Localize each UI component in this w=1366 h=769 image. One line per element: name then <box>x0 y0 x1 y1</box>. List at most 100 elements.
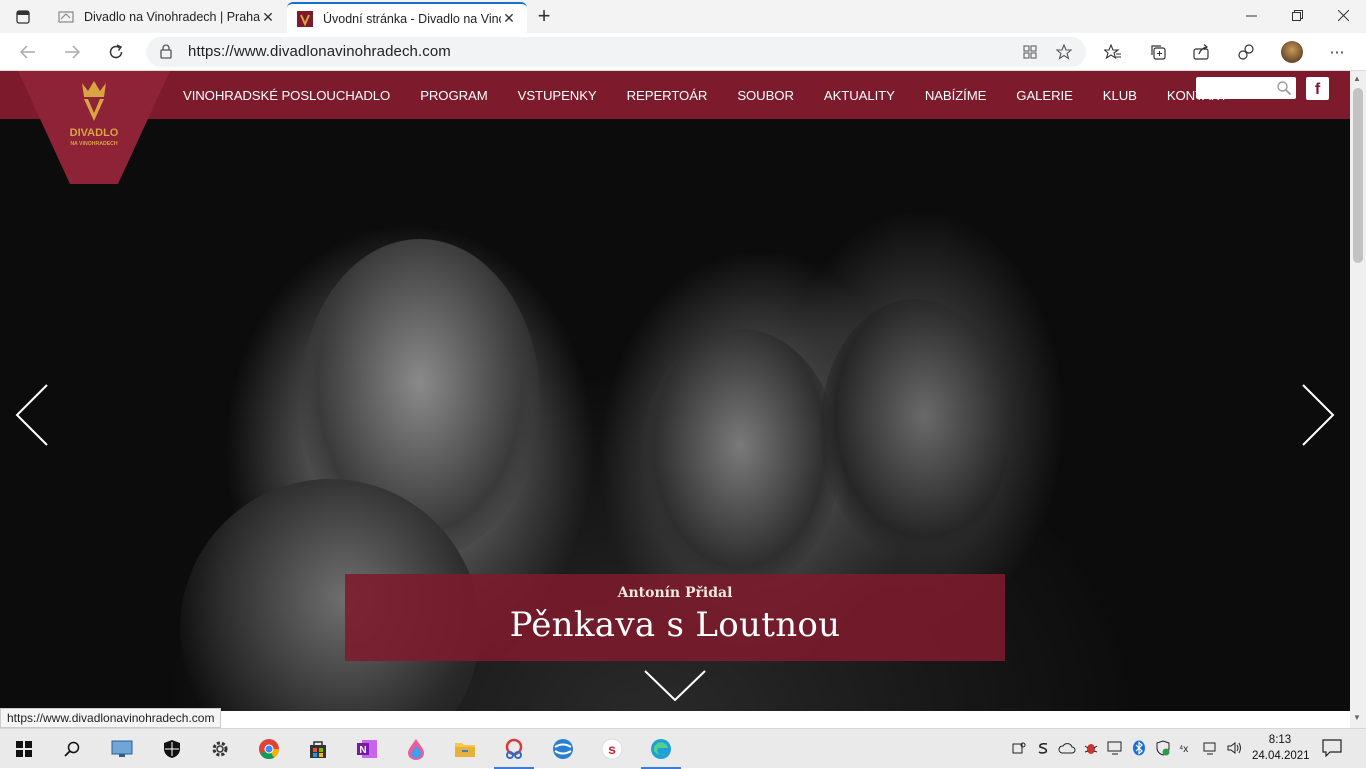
file-explorer-app[interactable] <box>441 729 489 769</box>
start-button[interactable] <box>0 729 48 769</box>
tab-close-icon[interactable]: ✕ <box>260 9 276 26</box>
folder-icon <box>455 743 475 757</box>
bluetooth-icon[interactable] <box>1130 739 1148 757</box>
page-favicon-icon <box>58 11 74 23</box>
settings-app[interactable] <box>196 729 244 769</box>
actress-face-center <box>640 329 840 589</box>
onedrive-cloud-icon[interactable] <box>1058 739 1076 757</box>
search-icon[interactable] <box>1276 80 1292 96</box>
s-app[interactable]: s <box>588 729 636 769</box>
red-s-icon: s <box>601 738 623 760</box>
onenote-icon: N <box>357 740 377 758</box>
gear-icon <box>212 741 228 757</box>
collections-icon[interactable] <box>1145 40 1171 64</box>
scroll-down-icon[interactable]: ▼ <box>1353 713 1361 722</box>
onenote-app[interactable]: N <box>343 729 391 769</box>
minimize-icon <box>1245 15 1257 16</box>
store-app[interactable] <box>294 729 342 769</box>
security-app[interactable] <box>148 729 196 769</box>
logo-text-line1: DIVADLO <box>70 127 119 139</box>
bug-tray-icon[interactable] <box>1082 739 1100 757</box>
site-navigation: DIVADLO NA VINOHRADECH VINOHRADSKÉ POSLO… <box>0 71 1350 184</box>
svg-text:s: s <box>608 741 616 757</box>
snip-app[interactable] <box>490 729 538 769</box>
tab-actions-icon <box>16 10 30 24</box>
volume-icon[interactable] <box>1226 739 1244 757</box>
menu-item-klub[interactable]: KLUB <box>1103 88 1137 103</box>
tab-divadlo-praha[interactable]: Divadlo na Vinohradech | Praha- ✕ <box>48 2 286 32</box>
scrollbar-thumb[interactable] <box>1353 88 1363 263</box>
favorites-icon[interactable] <box>1100 40 1126 64</box>
app-available-icon[interactable] <box>1020 43 1040 61</box>
share-icon[interactable] <box>1189 40 1215 64</box>
windows-taskbar: N s ⁴x 8:13 24.04.2021 <box>0 728 1366 769</box>
lock-icon <box>160 44 172 59</box>
menu-item-repertoar[interactable]: REPERTOÁR <box>627 88 708 103</box>
network-icon[interactable] <box>1202 739 1220 757</box>
display-tray-icon[interactable] <box>1106 739 1124 757</box>
back-button[interactable] <box>14 39 42 65</box>
divadlo-favicon-icon <box>297 10 313 27</box>
menu-item-aktuality[interactable]: AKTUALITY <box>824 88 895 103</box>
slide-author: Antonín Přidal <box>617 585 733 601</box>
profile-avatar[interactable] <box>1281 41 1303 63</box>
page-scrollbar[interactable]: ▲ ▼ <box>1350 71 1366 728</box>
restore-button[interactable] <box>1274 0 1320 30</box>
monitor-app-icon <box>111 740 133 757</box>
input-method-icon[interactable]: ⁴x <box>1178 739 1196 757</box>
store-bag-icon <box>310 741 326 758</box>
slide-title: Pěnkava s Loutnou <box>509 605 841 645</box>
menu-item-poslouchadlo[interactable]: VINOHRADSKÉ POSLOUCHADLO <box>183 88 390 103</box>
notification-center-icon[interactable] <box>1322 739 1342 757</box>
slide-caption[interactable]: Antonín Přidal Pěnkava s Loutnou <box>345 574 1005 661</box>
search-icon <box>64 741 80 757</box>
paint-drop-icon <box>408 739 424 760</box>
chrome-app[interactable] <box>245 729 293 769</box>
scroll-up-icon[interactable]: ▲ <box>1353 74 1361 83</box>
task-view-app[interactable] <box>98 729 146 769</box>
tab-uvodni-stranka[interactable]: Úvodní stránka - Divadlo na Vinc ✕ <box>287 2 527 33</box>
menu-item-galerie[interactable]: GALERIE <box>1016 88 1073 103</box>
tab-title: Divadlo na Vinohradech | Praha- <box>84 10 260 24</box>
windows-logo-icon <box>16 741 32 757</box>
edge-app[interactable] <box>637 729 685 769</box>
menu-item-vstupenky[interactable]: VSTUPENKY <box>518 88 597 103</box>
link-status-url: https://www.divadlonavinohradech.com <box>0 708 222 728</box>
divadlo-logo[interactable]: DIVADLO NA VINOHRADECH <box>18 71 170 184</box>
menu-item-nabizime[interactable]: NABÍZÍME <box>925 88 987 103</box>
facebook-icon[interactable]: f <box>1306 77 1329 100</box>
new-tab-button[interactable]: + <box>533 5 555 27</box>
restore-icon <box>1291 9 1303 21</box>
chrome-icon <box>259 739 280 760</box>
extensions-icon[interactable] <box>1233 40 1259 64</box>
tab-close-icon[interactable]: ✕ <box>501 10 517 27</box>
logo-text-line2: NA VINOHRADECH <box>70 141 118 147</box>
paint-app[interactable] <box>392 729 440 769</box>
snip-scissors-icon <box>505 738 523 759</box>
menu-item-soubor[interactable]: SOUBOR <box>737 88 794 103</box>
scroll-down-chevron-icon[interactable] <box>643 669 707 703</box>
menu-item-program[interactable]: PROGRAM <box>420 88 488 103</box>
search-button[interactable] <box>48 729 96 769</box>
defender-tray-icon[interactable] <box>1154 739 1172 757</box>
taskbar-clock[interactable]: 8:13 24.04.2021 <box>1252 732 1310 764</box>
url-text: https://www.divadlonavinohradech.com <box>188 43 451 60</box>
address-bar[interactable]: https://www.divadlonavinohradech.com <box>146 37 1086 67</box>
tab-actions-button[interactable] <box>8 6 38 28</box>
s-tray-icon[interactable] <box>1034 739 1052 757</box>
site-search-input[interactable] <box>1196 77 1296 99</box>
add-favorite-icon[interactable] <box>1054 43 1074 61</box>
minimize-button[interactable] <box>1228 0 1274 30</box>
more-menu-icon[interactable]: ⋯ <box>1324 40 1350 64</box>
globe-app[interactable] <box>539 729 587 769</box>
tab-title: Úvodní stránka - Divadlo na Vinc <box>323 11 501 26</box>
main-menu: VINOHRADSKÉ POSLOUCHADLO PROGRAM VSTUPEN… <box>168 71 1228 119</box>
refresh-icon <box>109 44 123 59</box>
forward-button[interactable] <box>58 39 86 65</box>
slider-prev-arrow-icon[interactable] <box>14 383 50 447</box>
teams-tray-icon[interactable] <box>1010 739 1028 757</box>
clock-date: 24.04.2021 <box>1252 750 1310 762</box>
close-window-button[interactable] <box>1320 0 1366 30</box>
slider-next-arrow-icon[interactable] <box>1300 383 1336 447</box>
refresh-button[interactable] <box>102 39 130 65</box>
